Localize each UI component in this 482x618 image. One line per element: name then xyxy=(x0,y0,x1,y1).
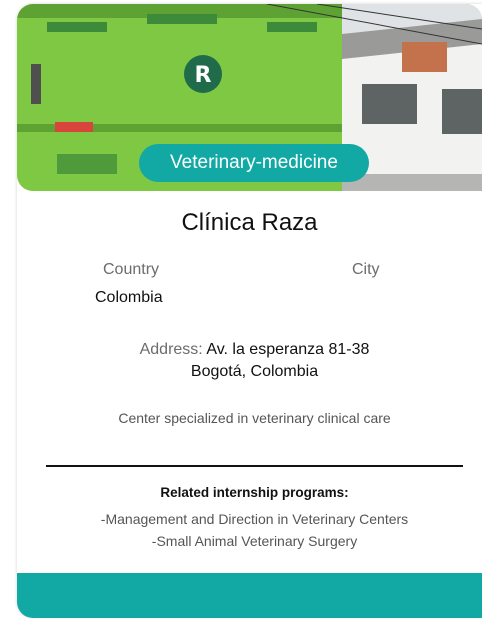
divider xyxy=(46,465,463,467)
category-badge: Veterinary-medicine xyxy=(139,144,369,182)
city-label: City xyxy=(352,261,380,278)
address-label: Address: xyxy=(139,341,203,358)
clinic-name: Clínica Raza xyxy=(181,209,318,236)
country-label: Country xyxy=(103,261,160,278)
address-line2: Bogotá, Colombia xyxy=(190,363,319,380)
card-footer-bar xyxy=(17,573,482,618)
address-line1: Av. la esperanza 81-38 xyxy=(206,341,370,358)
programs-title: Related internship programs: xyxy=(160,485,349,500)
address-block: Address: Av. la esperanza 81-38 Bogotá, … xyxy=(17,339,482,383)
programs-list: -Management and Direction in Veterinary … xyxy=(17,508,482,552)
country-value: Colombia xyxy=(95,289,163,306)
clinic-description: Center specialized in veterinary clinica… xyxy=(118,410,391,426)
program-item[interactable]: -Management and Direction in Veterinary … xyxy=(17,508,482,530)
clinic-card[interactable]: R Veterinary-medicine Clínica Raza Count… xyxy=(17,4,482,618)
clinic-photo: R Veterinary-medicine xyxy=(17,4,482,191)
program-item[interactable]: -Small Animal Veterinary Surgery xyxy=(17,530,482,552)
svg-text:R: R xyxy=(195,63,212,88)
